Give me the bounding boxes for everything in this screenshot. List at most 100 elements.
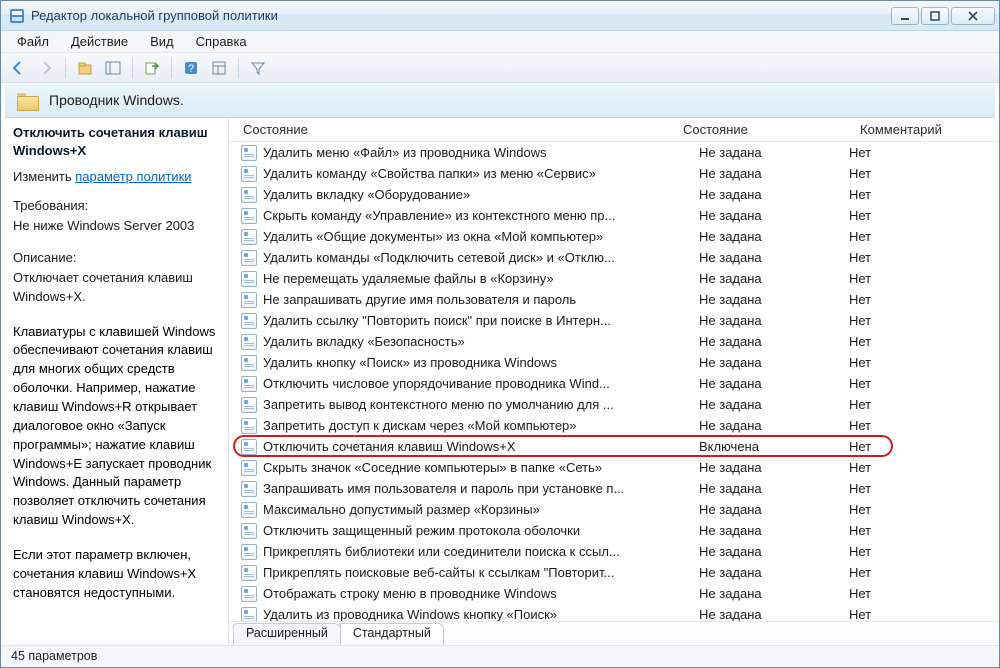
setting-name: Удалить ссылку "Повторить поиск" при пои… <box>263 313 611 328</box>
setting-row[interactable]: Удалить команду «Свойства папки» из меню… <box>229 163 999 184</box>
tab-extended[interactable]: Расширенный <box>233 623 341 645</box>
settings-rows[interactable]: Удалить меню «Файл» из проводника Window… <box>229 142 999 621</box>
setting-state: Не задана <box>685 208 835 223</box>
show-tree-button[interactable] <box>102 57 124 79</box>
setting-state: Не задана <box>685 229 835 244</box>
edit-prefix: Изменить <box>13 169 75 184</box>
tab-standard[interactable]: Стандартный <box>340 623 444 645</box>
back-button[interactable] <box>7 57 29 79</box>
folder-icon <box>17 91 39 109</box>
properties-button[interactable] <box>208 57 230 79</box>
setting-row[interactable]: Удалить кнопку «Поиск» из проводника Win… <box>229 352 999 373</box>
setting-state: Не задана <box>685 502 835 517</box>
setting-name: Удалить из проводника Windows кнопку «По… <box>263 607 557 621</box>
setting-state: Не задана <box>685 544 835 559</box>
path-text: Проводник Windows. <box>49 92 184 108</box>
up-folder-button[interactable] <box>74 57 96 79</box>
setting-state: Не задана <box>685 586 835 601</box>
setting-row[interactable]: Не запрашивать другие имя пользователя и… <box>229 289 999 310</box>
setting-comment: Нет <box>835 397 999 412</box>
setting-row[interactable]: Запретить доступ к дискам через «Мой ком… <box>229 415 999 436</box>
setting-comment: Нет <box>835 439 999 454</box>
setting-row[interactable]: Максимально допустимый размер «Корзины» Н… <box>229 499 999 520</box>
toolbar-separator <box>238 58 239 78</box>
toolbar-separator <box>65 58 66 78</box>
setting-row[interactable]: Прикреплять библиотеки или соединители п… <box>229 541 999 562</box>
setting-comment: Нет <box>835 586 999 601</box>
toolbar-separator <box>132 58 133 78</box>
setting-row[interactable]: Не перемещать удаляемые файлы в «Корзину… <box>229 268 999 289</box>
setting-row[interactable]: Отключить защищенный режим протокола обо… <box>229 520 999 541</box>
setting-row[interactable]: Скрыть команду «Управление» из контекстн… <box>229 205 999 226</box>
description-label: Описание: <box>13 250 216 265</box>
policy-icon <box>241 208 257 224</box>
setting-comment: Нет <box>835 481 999 496</box>
setting-row[interactable]: Прикреплять поисковые веб-сайты к ссылка… <box>229 562 999 583</box>
setting-comment: Нет <box>835 250 999 265</box>
setting-row[interactable]: Удалить ссылку "Повторить поиск" при пои… <box>229 310 999 331</box>
help-button[interactable]: ? <box>180 57 202 79</box>
setting-state: Не задана <box>685 313 835 328</box>
setting-row[interactable]: Удалить вкладку «Безопасность»Не заданаН… <box>229 331 999 352</box>
setting-row[interactable]: Запретить вывод контекстного меню по умо… <box>229 394 999 415</box>
minimize-button[interactable] <box>891 7 919 25</box>
policy-icon <box>241 565 257 581</box>
svg-text:?: ? <box>188 63 194 75</box>
policy-icon <box>241 439 257 455</box>
setting-row[interactable]: Удалить команды «Подключить сетевой диск… <box>229 247 999 268</box>
column-header-comment[interactable]: Комментарий <box>819 122 983 137</box>
edit-policy-link[interactable]: параметр политики <box>75 169 191 184</box>
setting-comment: Нет <box>835 292 999 307</box>
setting-comment: Нет <box>835 313 999 328</box>
policy-icon <box>241 334 257 350</box>
maximize-button[interactable] <box>921 7 949 25</box>
app-window: Редактор локальной групповой политики Фа… <box>0 0 1000 668</box>
setting-row[interactable]: Удалить вкладку «Оборудование»Не заданаН… <box>229 184 999 205</box>
setting-comment: Нет <box>835 271 999 286</box>
setting-name: Максимально допустимый размер «Корзины» <box>263 502 540 517</box>
setting-name: Удалить «Общие документы» из окна «Мой к… <box>263 229 603 244</box>
setting-comment: Нет <box>835 460 999 475</box>
policy-icon <box>241 376 257 392</box>
setting-state: Не задана <box>685 481 835 496</box>
setting-name: Удалить кнопку «Поиск» из проводника Win… <box>263 355 557 370</box>
policy-icon <box>241 187 257 203</box>
setting-comment: Нет <box>835 229 999 244</box>
close-button[interactable] <box>951 7 995 25</box>
setting-row[interactable]: Отображать строку меню в проводнике Wind… <box>229 583 999 604</box>
menu-file[interactable]: Файл <box>7 32 59 51</box>
setting-name: Скрыть значок «Соседние компьютеры» в па… <box>263 460 602 475</box>
setting-title: Отключить сочетания клавиш Windows+X <box>13 124 216 159</box>
status-bar: 45 параметров <box>1 645 999 667</box>
export-button[interactable] <box>141 57 163 79</box>
setting-name: Удалить вкладку «Оборудование» <box>263 187 470 202</box>
setting-comment: Нет <box>835 334 999 349</box>
setting-row[interactable]: Отключить числовое упорядочивание провод… <box>229 373 999 394</box>
menu-view[interactable]: Вид <box>140 32 184 51</box>
setting-name: Удалить команду «Свойства папки» из меню… <box>263 166 596 181</box>
setting-row[interactable]: Удалить «Общие документы» из окна «Мой к… <box>229 226 999 247</box>
policy-icon <box>241 166 257 182</box>
requirements-value: Не ниже Windows Server 2003 <box>13 217 216 236</box>
setting-row[interactable]: Запрашивать имя пользователя и пароль пр… <box>229 478 999 499</box>
menu-help[interactable]: Справка <box>186 32 257 51</box>
description-paragraph-1: Клавиатуры с клавишей Windows обеспечива… <box>13 323 216 530</box>
setting-state: Не задана <box>685 523 835 538</box>
policy-icon <box>241 355 257 371</box>
setting-name: Удалить вкладку «Безопасность» <box>263 334 465 349</box>
forward-button[interactable] <box>35 57 57 79</box>
setting-row[interactable]: Отключить сочетания клавиш Windows+XВклю… <box>229 436 999 457</box>
setting-state: Не задана <box>685 271 835 286</box>
filter-button[interactable] <box>247 57 269 79</box>
setting-row[interactable]: Удалить из проводника Windows кнопку «По… <box>229 604 999 621</box>
policy-icon <box>241 544 257 560</box>
column-header-state[interactable]: Состояние <box>669 122 819 137</box>
menu-action[interactable]: Действие <box>61 32 138 51</box>
setting-name: Скрыть команду «Управление» из контекстн… <box>263 208 615 223</box>
setting-row[interactable]: Удалить меню «Файл» из проводника Window… <box>229 142 999 163</box>
setting-state: Не задана <box>685 397 835 412</box>
setting-name: Прикреплять поисковые веб-сайты к ссылка… <box>263 565 614 580</box>
setting-row[interactable]: Скрыть значок «Соседние компьютеры» в па… <box>229 457 999 478</box>
setting-comment: Нет <box>835 166 999 181</box>
column-header-name[interactable]: Состояние <box>229 122 669 137</box>
